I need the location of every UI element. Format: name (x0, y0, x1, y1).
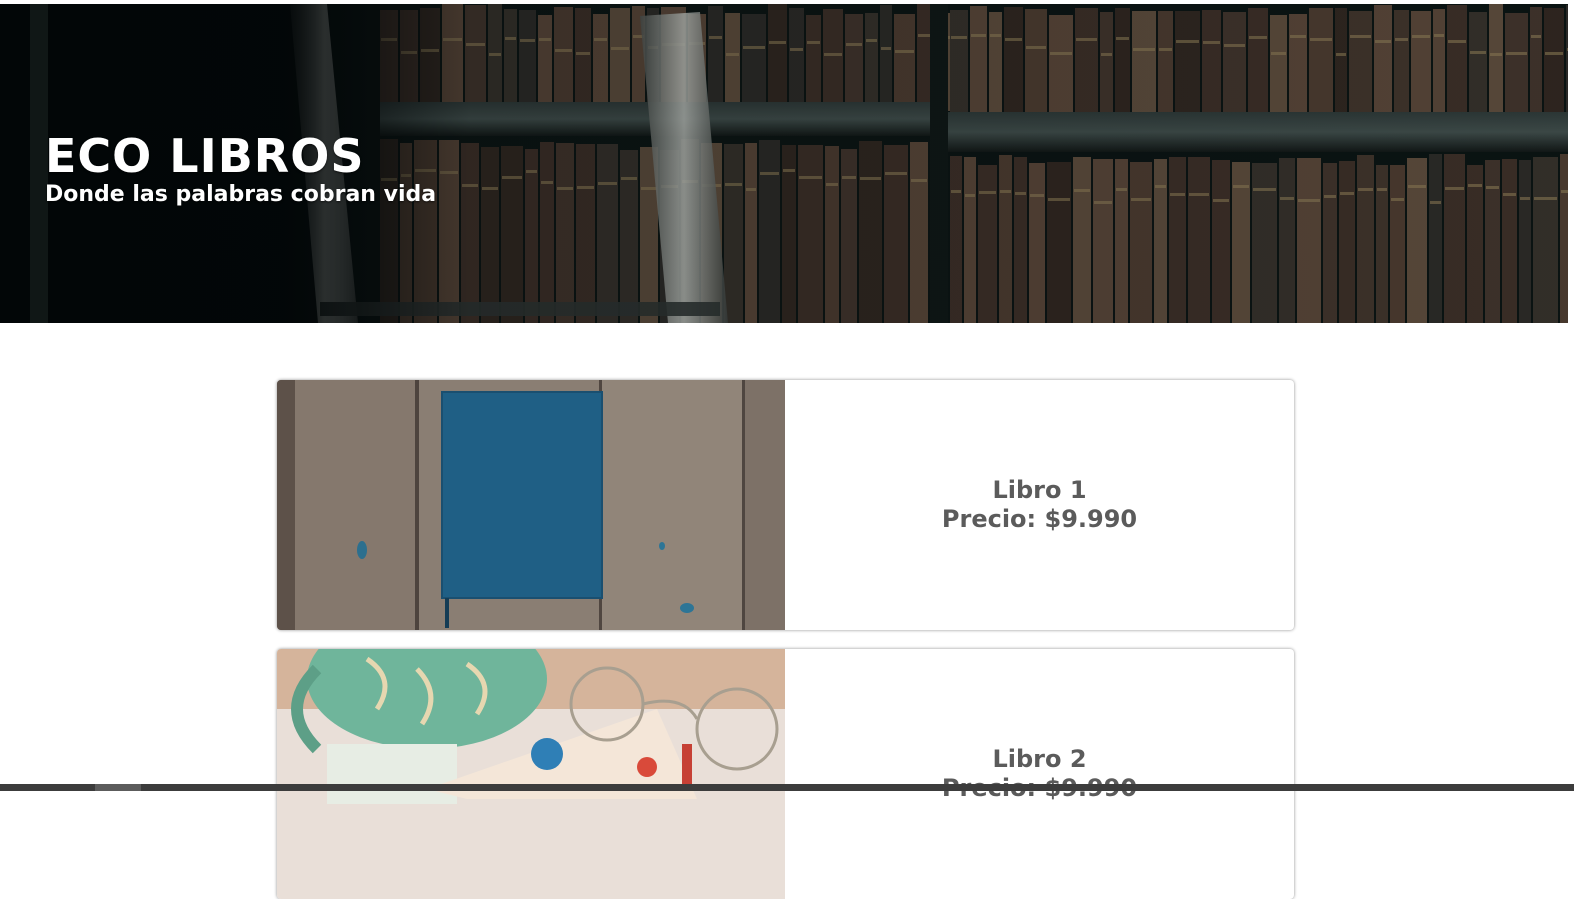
scrollbar-thumb[interactable] (95, 784, 141, 791)
book-2-title: Libro 2 (992, 745, 1087, 773)
book-1-price: Precio: $9.990 (941, 505, 1138, 533)
book-1-image[interactable] (277, 380, 785, 630)
book-card-2[interactable]: Libro 2 Precio: $9.990 (277, 649, 1294, 899)
book-1-title: Libro 1 (992, 476, 1087, 504)
bottom-scrollbar[interactable] (0, 784, 1574, 791)
book-2-info: Libro 2 Precio: $9.990 (785, 649, 1294, 899)
site-tagline: Donde las palabras cobran vida (45, 182, 437, 207)
hero-text-block: ECO LIBROS Donde las palabras cobran vid… (45, 130, 436, 208)
site-title: ECO LIBROS (45, 129, 365, 183)
book-1-info: Libro 1 Precio: $9.990 (785, 380, 1294, 630)
book-2-image[interactable] (277, 649, 785, 899)
book-card-1[interactable]: Libro 1 Precio: $9.990 (277, 380, 1294, 630)
hero-banner: ECO LIBROS Donde las palabras cobran vid… (0, 4, 1568, 323)
